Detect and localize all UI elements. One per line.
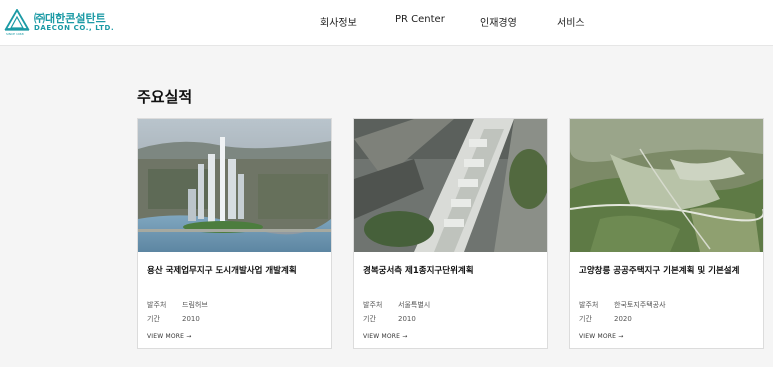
site-header: ㈜대한콘설탄트 DAECON CO., LTD. SINCE 1968 회사정보… bbox=[0, 0, 773, 46]
client-label: 발주처 bbox=[579, 301, 599, 309]
project-period: 기간 2010 bbox=[363, 314, 416, 324]
project-title: 용산 국제업무지구 도시개발사업 개발계획 bbox=[147, 266, 297, 276]
project-client: 발주처 드림허브 bbox=[147, 300, 208, 310]
section-title: 주요실적 bbox=[137, 88, 193, 106]
view-more-link[interactable]: VIEW MORE → bbox=[147, 333, 192, 340]
project-title: 고양창릉 공공주택지구 기본계획 및 기본설계 bbox=[579, 266, 740, 276]
period-value: 2010 bbox=[182, 315, 200, 323]
project-card[interactable]: 고양창릉 공공주택지구 기본계획 및 기본설계 발주처 한국토지주택공사 기간 20… bbox=[569, 118, 764, 349]
client-label: 발주처 bbox=[147, 301, 167, 309]
project-period: 기간 2020 bbox=[579, 314, 632, 324]
client-value: 한국토지주택공사 bbox=[614, 301, 666, 309]
main-nav: 회사정보 PR Center 인재경영 서비스 bbox=[0, 14, 773, 32]
client-value: 서울특별시 bbox=[398, 301, 431, 309]
logo-tagline: SINCE 1968 bbox=[6, 32, 24, 36]
client-value: 드림허브 bbox=[182, 301, 208, 309]
nav-pr-center[interactable]: PR Center bbox=[395, 14, 445, 25]
project-card[interactable]: 경복궁서측 제1종지구단위계획 발주처 서울특별시 기간 2010 VIEW MOR… bbox=[353, 118, 548, 349]
view-more-link[interactable]: VIEW MORE → bbox=[363, 333, 408, 340]
client-label: 발주처 bbox=[363, 301, 383, 309]
nav-services[interactable]: 서비스 bbox=[557, 14, 585, 29]
period-value: 2010 bbox=[398, 315, 416, 323]
nav-company-info[interactable]: 회사정보 bbox=[320, 14, 357, 29]
project-image-gyeongbokgung[interactable] bbox=[354, 119, 547, 252]
project-image-yongsan[interactable] bbox=[138, 119, 331, 252]
period-value: 2020 bbox=[614, 315, 632, 323]
project-client: 발주처 한국토지주택공사 bbox=[579, 300, 666, 310]
period-label: 기간 bbox=[579, 315, 592, 323]
period-label: 기간 bbox=[147, 315, 160, 323]
project-client: 발주처 서울특별시 bbox=[363, 300, 430, 310]
nav-talent-management[interactable]: 인재경영 bbox=[480, 14, 517, 29]
project-title: 경복궁서측 제1종지구단위계획 bbox=[363, 266, 474, 276]
project-period: 기간 2010 bbox=[147, 314, 200, 324]
project-card[interactable]: 용산 국제업무지구 도시개발사업 개발계획 발주처 드림허브 기간 2010 VIE… bbox=[137, 118, 332, 349]
period-label: 기간 bbox=[363, 315, 376, 323]
view-more-link[interactable]: VIEW MORE → bbox=[579, 333, 624, 340]
project-image-goyang[interactable] bbox=[570, 119, 763, 252]
